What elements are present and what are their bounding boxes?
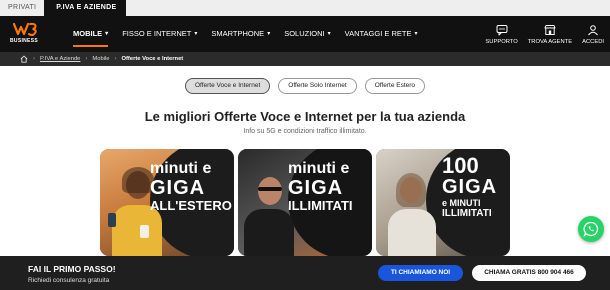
card-line-3: e MINUTI bbox=[442, 198, 481, 208]
offer-card-estero[interactable]: minuti e GIGA ALL'ESTERO bbox=[100, 149, 234, 256]
support-label: SUPPORTO bbox=[485, 38, 518, 45]
find-agent-label: TROVA AGENTE bbox=[527, 38, 573, 45]
card-line-2: GIGA bbox=[442, 176, 498, 198]
user-icon bbox=[588, 24, 598, 35]
nav-menu: MOBILE ▾ FISSO E INTERNET ▾ SMARTPHONE ▾… bbox=[66, 16, 425, 52]
filter-voce-internet[interactable]: Offerte Voce e Internet bbox=[184, 78, 271, 94]
chevron-down-icon: ▾ bbox=[327, 31, 331, 37]
filter-estero[interactable]: Offerte Estero bbox=[364, 78, 426, 94]
brand-logo[interactable]: BUSINESS bbox=[10, 16, 50, 52]
card-line-1: 100 bbox=[442, 153, 479, 178]
person-image bbox=[258, 177, 282, 205]
nav-item-label: SMARTPHONE bbox=[211, 29, 265, 38]
nav-item-label: FISSO E INTERNET bbox=[122, 29, 192, 38]
card-headline: 100 GIGA e MINUTI ILLIMITATI bbox=[442, 155, 497, 219]
cup-image bbox=[140, 225, 149, 238]
main-nav: BUSINESS MOBILE ▾ FISSO E INTERNET ▾ SMA… bbox=[0, 16, 610, 52]
segment-tab-business[interactable]: P.IVA E AZIENDE bbox=[44, 0, 127, 16]
nav-item-soluzioni[interactable]: SOLUZIONI ▾ bbox=[277, 16, 337, 52]
chevron-right-icon: › bbox=[114, 56, 117, 62]
nav-item-label: SOLUZIONI bbox=[284, 29, 325, 38]
chevron-right-icon: › bbox=[85, 56, 88, 62]
home-icon[interactable] bbox=[20, 55, 28, 63]
chevron-right-icon: › bbox=[33, 56, 35, 62]
nav-item-label: MOBILE bbox=[73, 29, 103, 38]
card-line-1: minuti e bbox=[150, 160, 212, 177]
login-label: ACCEDI bbox=[582, 38, 604, 45]
page-title: Le migliori Offerte Voce e Internet per … bbox=[144, 109, 466, 124]
support-icon bbox=[496, 24, 508, 35]
card-line-1: minuti e bbox=[288, 160, 350, 177]
breadcrumb-business[interactable]: P.IVA e Aziende bbox=[40, 56, 80, 62]
store-icon bbox=[544, 24, 556, 35]
nav-item-mobile[interactable]: MOBILE ▾ bbox=[66, 16, 115, 52]
person-body bbox=[244, 209, 294, 256]
smartphone-image bbox=[108, 213, 116, 227]
logo-business-label: BUSINESS bbox=[10, 38, 38, 44]
person-body bbox=[388, 209, 436, 256]
nav-item-fisso-internet[interactable]: FISSO E INTERNET ▾ bbox=[115, 16, 204, 52]
find-agent-link[interactable]: TROVA AGENTE bbox=[528, 24, 572, 45]
free-call-button[interactable]: CHIAMA GRATIS 800 904 466 bbox=[472, 265, 586, 281]
card-headline: minuti e GIGA ILLIMITATI bbox=[288, 160, 353, 213]
nav-item-label: VANTAGGI E RETE bbox=[344, 29, 412, 38]
nav-item-vantaggi-rete[interactable]: VANTAGGI E RETE ▾ bbox=[338, 16, 425, 52]
login-link[interactable]: ACCEDI bbox=[582, 24, 604, 45]
breadcrumb-current: Offerte Voce e Internet bbox=[121, 56, 184, 62]
card-line-3: ILLIMITATI bbox=[288, 198, 353, 213]
card-line-2: GIGA bbox=[288, 177, 344, 199]
card-line-3: ALL'ESTERO bbox=[150, 198, 232, 213]
chevron-down-icon: ▾ bbox=[414, 31, 418, 37]
offer-card-illimitati[interactable]: minuti e GIGA ILLIMITATI bbox=[238, 149, 372, 256]
page-subtitle[interactable]: Info su 5G e condizioni traffico illimit… bbox=[0, 128, 610, 135]
support-link[interactable]: SUPPORTO bbox=[485, 24, 518, 45]
whatsapp-icon bbox=[583, 221, 599, 237]
chevron-down-icon: ▾ bbox=[105, 31, 109, 37]
segment-switcher: PRIVATI P.IVA E AZIENDE bbox=[0, 0, 610, 16]
offer-card-100-giga[interactable]: 100 GIGA e MINUTI ILLIMITATI bbox=[376, 149, 510, 256]
cta-title: FAI IL PRIMO PASSO! bbox=[28, 264, 116, 274]
callback-button[interactable]: TI CHIAMIAMO NOI bbox=[378, 265, 463, 281]
nav-item-smartphone[interactable]: SMARTPHONE ▾ bbox=[204, 16, 277, 52]
segment-tab-private[interactable]: PRIVATI bbox=[0, 0, 44, 16]
cta-subtitle: Richiedi consulenza gratuita bbox=[28, 277, 110, 284]
chevron-down-icon: ▾ bbox=[267, 31, 271, 37]
whatsapp-chat-button[interactable] bbox=[578, 216, 604, 242]
offer-filter-group: Offerte Voce e Internet Offerte Solo Int… bbox=[0, 78, 610, 94]
utility-nav: SUPPORTO TROVA AGENTE ACCEDI bbox=[485, 16, 604, 52]
chevron-down-icon: ▾ bbox=[194, 31, 198, 37]
breadcrumb-mobile[interactable]: Mobile bbox=[92, 56, 109, 62]
hair-shape bbox=[396, 173, 426, 207]
glasses-shape bbox=[258, 187, 282, 191]
breadcrumb: › P.IVA e Aziende › Mobile › Offerte Voc… bbox=[0, 52, 610, 66]
card-line-2: GIGA bbox=[150, 177, 206, 199]
filter-solo-internet[interactable]: Offerte Solo Internet bbox=[278, 78, 357, 94]
card-line-4: ILLIMITATI bbox=[442, 208, 492, 219]
callback-banner: FAI IL PRIMO PASSO! Richiedi consulenza … bbox=[0, 256, 610, 290]
card-headline: minuti e GIGA ALL'ESTERO bbox=[150, 160, 232, 213]
w3-logo-icon bbox=[13, 22, 37, 36]
